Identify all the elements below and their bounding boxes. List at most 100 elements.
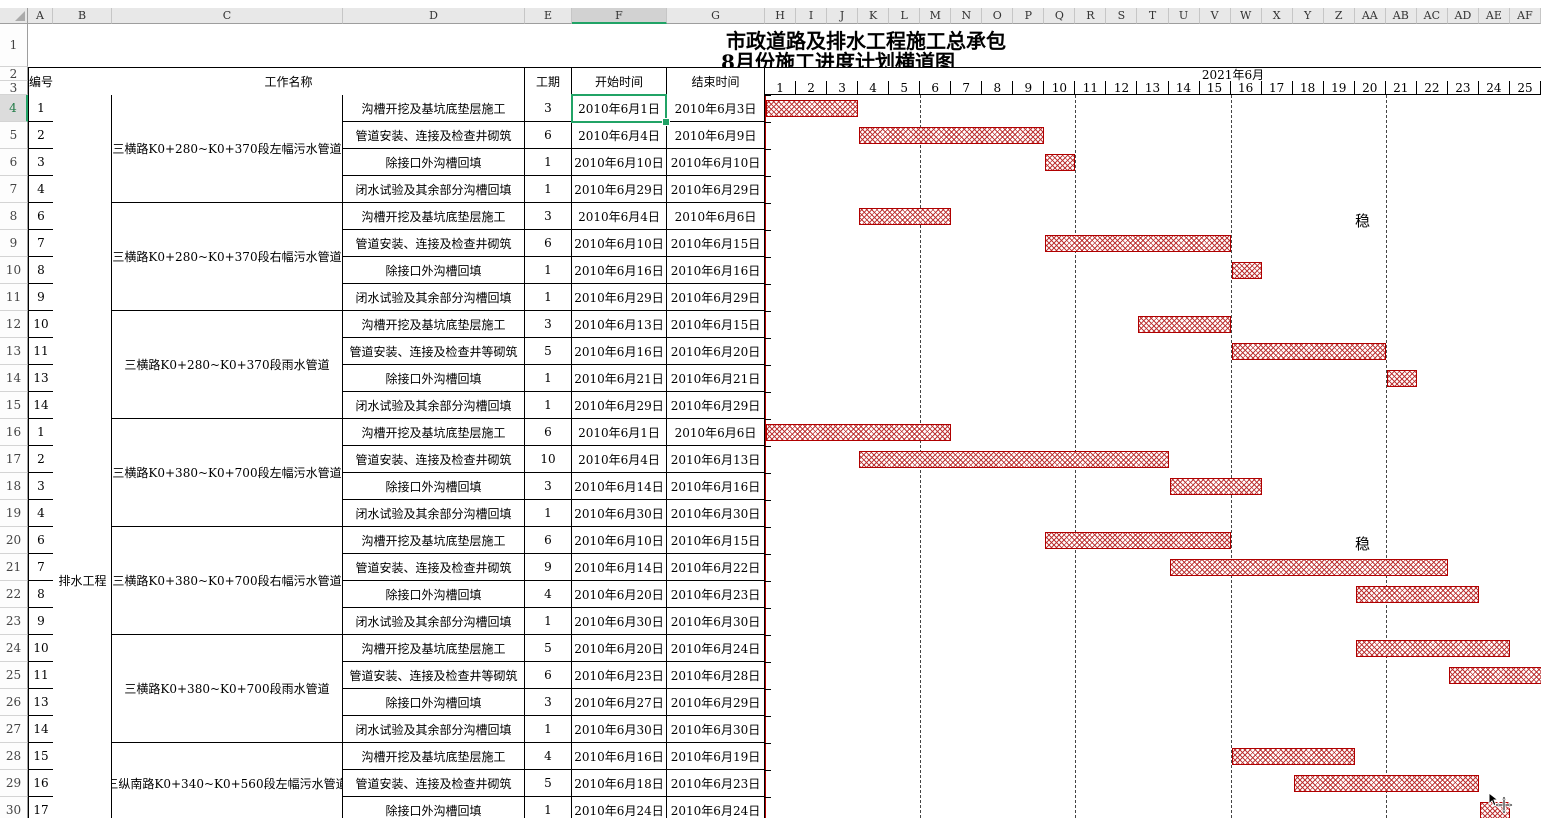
cell-task[interactable]: 闭水试验及其余部分沟槽回填 [343, 392, 525, 419]
cell-duration[interactable]: 6 [525, 122, 572, 149]
row-header-29[interactable]: 29 [0, 770, 28, 797]
cell-start-date[interactable]: 2010年6月27日 [572, 689, 667, 716]
cell-num[interactable]: 13 [29, 689, 54, 716]
gantt-bar[interactable] [1232, 748, 1355, 765]
selection-fill-handle[interactable] [662, 118, 670, 126]
day-header-21[interactable]: 21 [1386, 81, 1417, 95]
gantt-bar[interactable] [1294, 775, 1479, 792]
cell-num[interactable]: 13 [29, 365, 54, 392]
cell-task[interactable]: 闭水试验及其余部分沟槽回填 [343, 500, 525, 527]
cell-start-date[interactable]: 2010年6月4日 [572, 446, 667, 473]
cell-end-date[interactable]: 2010年6月29日 [667, 284, 765, 311]
cell-end-date[interactable]: 2010年6月24日 [667, 635, 765, 662]
cell-num[interactable]: 2 [29, 446, 54, 473]
cell-num[interactable]: 3 [29, 149, 54, 176]
cell-end-date[interactable]: 2010年6月6日 [667, 203, 765, 230]
row-header-12[interactable]: 12 [0, 311, 28, 338]
header-num[interactable]: 编号 [29, 68, 54, 96]
row-header-26[interactable]: 26 [0, 689, 28, 716]
day-header-2[interactable]: 2 [796, 81, 827, 95]
cell-num[interactable]: 7 [29, 230, 54, 257]
cell-task[interactable]: 除接口外沟槽回填 [343, 689, 525, 716]
gantt-bar[interactable] [1232, 343, 1386, 360]
cell-end-date[interactable]: 2010年6月15日 [667, 527, 765, 554]
cell-end-date[interactable]: 2010年6月9日 [667, 122, 765, 149]
cell-task[interactable]: 沟槽开挖及基坑底垫层施工 [343, 203, 525, 230]
cell-num[interactable]: 6 [29, 203, 54, 230]
row-header-5[interactable]: 5 [0, 122, 28, 149]
day-header-14[interactable]: 14 [1169, 81, 1200, 95]
cell-task[interactable]: 沟槽开挖及基坑底垫层施工 [343, 527, 525, 554]
gantt-bar[interactable] [1138, 316, 1230, 333]
cell-task[interactable]: 管道安装、连接及检查井砌筑 [343, 770, 525, 797]
cell-start-date[interactable]: 2010年6月29日 [572, 284, 667, 311]
cell-duration[interactable]: 6 [525, 662, 572, 689]
day-header-13[interactable]: 13 [1137, 81, 1168, 95]
gantt-bar[interactable] [1045, 235, 1230, 252]
cell-num[interactable]: 8 [29, 581, 54, 608]
cell-group-name[interactable]: 三横路K0+280~K0+370段雨水管道 [112, 311, 343, 419]
cell-duration[interactable]: 5 [525, 635, 572, 662]
cell-duration[interactable]: 1 [525, 716, 572, 743]
cell-duration[interactable]: 1 [525, 797, 572, 818]
column-header-D[interactable]: D [343, 8, 525, 24]
cell-num[interactable]: 1 [29, 95, 54, 122]
cell-num[interactable]: 9 [29, 284, 54, 311]
cell-duration[interactable]: 6 [525, 419, 572, 446]
day-header-7[interactable]: 7 [951, 81, 982, 95]
cell-end-date[interactable]: 2010年6月13日 [667, 446, 765, 473]
row-header-20[interactable]: 20 [0, 527, 28, 554]
cell-task[interactable]: 除接口外沟槽回填 [343, 581, 525, 608]
cell-start-date[interactable]: 2010年6月16日 [572, 257, 667, 284]
cell-task[interactable]: 除接口外沟槽回填 [343, 257, 525, 284]
cell-num[interactable]: 14 [29, 392, 54, 419]
cell-group-name[interactable]: 三横路K0+380~K0+700段左幅污水管道 [112, 419, 343, 527]
cell-duration[interactable]: 1 [525, 257, 572, 284]
cell-num[interactable]: 6 [29, 527, 54, 554]
cell-task[interactable]: 管道安装、连接及检查井砌筑 [343, 122, 525, 149]
column-header-AC[interactable]: AC [1417, 8, 1448, 24]
cell-start-date[interactable]: 2010年6月10日 [572, 149, 667, 176]
column-header-Q[interactable]: Q [1044, 8, 1075, 24]
cell-task[interactable]: 管道安装、连接及检查井砌筑 [343, 446, 525, 473]
row-header-24[interactable]: 24 [0, 635, 28, 662]
row-header-15[interactable]: 15 [0, 392, 28, 419]
row-header-14[interactable]: 14 [0, 365, 28, 392]
day-header-15[interactable]: 15 [1200, 81, 1231, 95]
cell-group-name[interactable]: 三横路K0+380~K0+700段雨水管道 [112, 635, 343, 743]
day-header-18[interactable]: 18 [1293, 81, 1324, 95]
row-header-1[interactable]: 1 [0, 24, 28, 67]
cell-duration[interactable]: 1 [525, 149, 572, 176]
cell-end-date[interactable]: 2010年6月15日 [667, 230, 765, 257]
day-header-25[interactable]: 25 [1510, 81, 1541, 95]
day-header-11[interactable]: 11 [1075, 81, 1106, 95]
cell-end-date[interactable]: 2010年6月30日 [667, 608, 765, 635]
cell-group-name[interactable]: 三横路K0+280~K0+370段右幅污水管道 [112, 203, 343, 311]
row-header-3[interactable]: 3 [0, 81, 28, 95]
cell-duration[interactable]: 3 [525, 689, 572, 716]
row-header-16[interactable]: 16 [0, 419, 28, 446]
gantt-bar[interactable] [1356, 586, 1479, 603]
row-header-25[interactable]: 25 [0, 662, 28, 689]
cell-duration[interactable]: 9 [525, 554, 572, 581]
header-end[interactable]: 结束时间 [667, 68, 765, 96]
column-header-O[interactable]: O [982, 8, 1013, 24]
cell-task[interactable]: 沟槽开挖及基坑底垫层施工 [343, 419, 525, 446]
column-header-U[interactable]: U [1169, 8, 1200, 24]
cell-start-date[interactable]: 2010年6月20日 [572, 635, 667, 662]
cell-end-date[interactable]: 2010年6月30日 [667, 500, 765, 527]
day-header-10[interactable]: 10 [1044, 81, 1075, 95]
cell-num[interactable]: 11 [29, 662, 54, 689]
cell-start-date[interactable]: 2010年6月14日 [572, 473, 667, 500]
row-header-28[interactable]: 28 [0, 743, 28, 770]
day-header-9[interactable]: 9 [1013, 81, 1044, 95]
day-header-22[interactable]: 22 [1417, 81, 1448, 95]
cell-end-date[interactable]: 2010年6月29日 [667, 392, 765, 419]
column-header-V[interactable]: V [1200, 8, 1231, 24]
cell-end-date[interactable]: 2010年6月29日 [667, 176, 765, 203]
header-start[interactable]: 开始时间 [572, 68, 667, 96]
cell-task[interactable]: 沟槽开挖及基坑底垫层施工 [343, 95, 525, 122]
cell-duration[interactable]: 1 [525, 500, 572, 527]
cell-end-date[interactable]: 2010年6月24日 [667, 797, 765, 818]
cell-task[interactable]: 除接口外沟槽回填 [343, 149, 525, 176]
